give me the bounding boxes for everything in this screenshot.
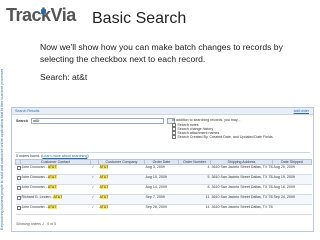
order-number-cell: 11 <box>178 194 211 205</box>
search-row: Search at&t <box>16 118 175 124</box>
address-cell: 3610 San Jacinto Street Dallas, TX 75204 <box>210 174 273 185</box>
company-cell: AT&T <box>98 184 145 195</box>
checkmark-icon: ✓ <box>91 165 95 169</box>
table-row[interactable]: Richard G. Linden - AT&T ✓ AT&T Sep 7, 2… <box>15 194 312 205</box>
address-cell: 3610 San Jacinto Street Dallas, TX 75204 <box>210 194 273 205</box>
contact-cell: John Donovan - AT&T <box>20 204 91 215</box>
column-header-order-number[interactable]: Order Number <box>178 159 211 165</box>
table-row[interactable]: John Donovan - AT&T ✓ AT&T Aug 3, 2009 4… <box>15 164 312 175</box>
check-cell: ✓ <box>90 184 99 195</box>
checkbox[interactable] <box>172 135 177 140</box>
results-table: Customer Contact Customer Company Order … <box>15 159 312 215</box>
check-cell: ✓ <box>90 194 99 205</box>
search-input[interactable]: at&t <box>31 118 164 124</box>
table-row[interactable]: John Donovan - AT&T ✓ AT&T Sep 28, 2009 … <box>15 204 312 215</box>
company-cell: AT&T <box>98 204 145 215</box>
checkmark-icon: ✓ <box>91 185 95 189</box>
checkmark-icon: ✓ <box>91 175 95 179</box>
order-date-cell: Sep 28, 2009 <box>144 204 179 215</box>
body-line-1: Now we'll show how you can make batch ch… <box>40 42 283 64</box>
results-count: 5 orders found. (Learn more about search… <box>16 154 89 158</box>
order-number-cell: 4 <box>178 164 211 175</box>
date-shipped-cell: Sep 24, 2009 <box>272 194 312 205</box>
order-number-cell: 8 <box>178 184 211 195</box>
add-order-link[interactable]: add order <box>294 109 309 113</box>
checkmark-icon: ✓ <box>91 195 95 199</box>
order-date-cell: Sep 7, 2009 <box>144 194 179 205</box>
address-cell: 3610 San Jacinto Street Dallas, TX 75204 <box>210 164 273 175</box>
address-cell: 3610 San Jacinto Street Dallas, TX 75204 <box>210 204 273 215</box>
check-cell: ✓ <box>90 204 99 215</box>
contact-cell: Richard G. Linden - AT&T <box>20 194 91 205</box>
check-cell: ✓ <box>90 164 99 175</box>
search-results-panel: Search Results add order Search at&t In … <box>11 107 314 232</box>
table-row[interactable]: John Donovan - AT&T ✓ AT&T Aug 10, 2009 … <box>15 174 312 185</box>
search-label: Search <box>16 118 28 123</box>
learn-more-link[interactable]: Learn more about searching <box>42 154 87 158</box>
address-cell: 3610 San Jacinto Street Dallas, TX 75204 <box>210 184 273 195</box>
company-cell: AT&T <box>98 194 145 205</box>
table-row[interactable]: John Donovan - AT&T ✓ AT&T Aug 14, 2009 … <box>15 184 312 195</box>
date-shipped-cell: Aug 20, 2009 <box>272 164 312 175</box>
date-shipped-cell: Aug 19, 2009 <box>272 174 312 185</box>
row-checkbox[interactable] <box>16 166 21 171</box>
order-date-cell: Aug 14, 2009 <box>144 184 179 195</box>
body-line-2: Search: at&t <box>40 72 88 82</box>
slide-body: Now we'll show how you can make batch ch… <box>40 41 315 89</box>
order-number-cell: 5 <box>178 174 211 185</box>
order-number-cell: 14 <box>178 204 211 215</box>
logo-mark-icon <box>41 9 46 14</box>
side-caption: Empowering business people to build and … <box>0 34 6 230</box>
side-caption-text: Empowering business people to build and … <box>0 68 4 230</box>
panel-header: Search Results add order <box>12 108 313 115</box>
contact-cell: John Donovan - AT&T <box>20 174 91 185</box>
row-checkbox[interactable] <box>16 176 21 181</box>
pagination-summary: Showing orders 1 - 5 of 5 <box>16 222 57 226</box>
slide-title: Basic Search <box>92 10 187 27</box>
search-options-title: In addition to searching records, you ma… <box>172 118 241 122</box>
logo-text: TrackVia <box>6 5 76 25</box>
divider <box>15 152 310 153</box>
company-cell: AT&T <box>98 174 145 185</box>
date-shipped-cell <box>272 204 312 215</box>
search-options: In addition to searching records, you ma… <box>172 118 292 140</box>
date-shipped-cell: Aug 16, 2009 <box>272 184 312 195</box>
row-checkbox[interactable] <box>16 186 21 191</box>
order-date-cell: Aug 3, 2009 <box>144 164 179 175</box>
company-cell: AT&T <box>98 164 145 175</box>
contact-cell: John Donovan - AT&T <box>20 184 91 195</box>
row-checkbox[interactable] <box>16 206 21 211</box>
contact-cell: John Donovan - AT&T <box>20 164 91 175</box>
order-date-cell: Aug 10, 2009 <box>144 174 179 185</box>
check-cell: ✓ <box>90 174 99 185</box>
panel-header-title: Search Results <box>15 109 40 113</box>
option-search-created-fields[interactable]: Search Created By, Created Date, and Upd… <box>172 135 292 140</box>
checkmark-icon: ✓ <box>91 205 95 209</box>
row-checkbox[interactable] <box>16 196 21 201</box>
